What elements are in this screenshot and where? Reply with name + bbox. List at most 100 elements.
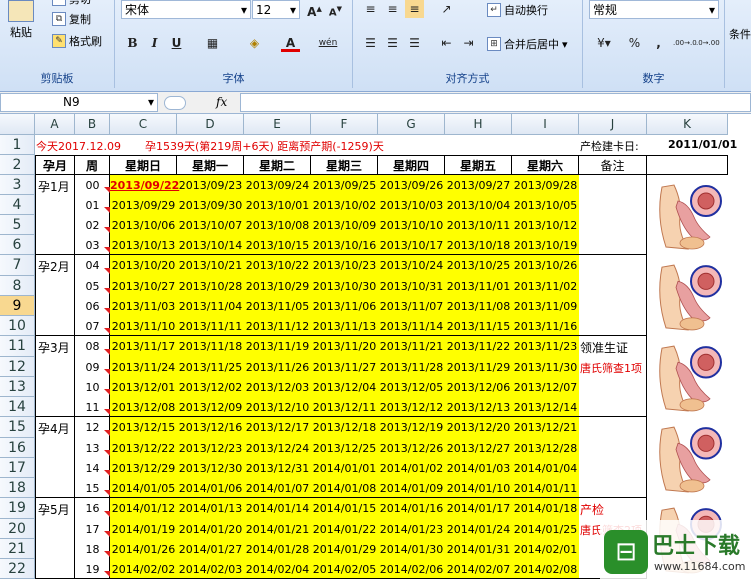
name-box[interactable]: N9 ▾ bbox=[0, 93, 158, 112]
date-cell[interactable]: 2014/01/13 bbox=[177, 502, 244, 515]
date-cell[interactable]: 2014/01/24 bbox=[445, 523, 512, 536]
date-cell[interactable]: 2013/10/02 bbox=[311, 199, 378, 212]
date-cell[interactable]: 2014/01/20 bbox=[177, 523, 244, 536]
date-cell[interactable]: 2013/11/22 bbox=[445, 340, 512, 353]
date-cell[interactable]: 2014/01/15 bbox=[311, 502, 378, 515]
align-left-button[interactable]: ☰ bbox=[361, 34, 380, 52]
date-cell[interactable]: 2013/11/01 bbox=[445, 280, 512, 293]
row-header-7[interactable]: 7 bbox=[0, 255, 35, 276]
date-cell[interactable]: 2013/12/27 bbox=[445, 442, 512, 455]
date-cell[interactable]: 2013/11/19 bbox=[244, 340, 311, 353]
date-cell[interactable]: 2013/11/14 bbox=[378, 320, 445, 333]
function-icon[interactable]: fx bbox=[216, 95, 227, 109]
date-cell[interactable]: 2013/12/20 bbox=[445, 421, 512, 434]
merge-center-button[interactable]: ⊞ 合并后居中 ▾ bbox=[487, 36, 568, 52]
date-cell[interactable]: 2013/10/20 bbox=[110, 259, 177, 272]
wrap-text-button[interactable]: ↵ 自动换行 bbox=[487, 2, 548, 18]
date-cell[interactable]: 2014/01/26 bbox=[110, 543, 177, 556]
row-header-4[interactable]: 4 bbox=[0, 195, 35, 215]
date-cell[interactable]: 2013/11/05 bbox=[244, 300, 311, 313]
column-header-d[interactable]: D bbox=[177, 114, 244, 135]
date-cell[interactable]: 2013/09/27 bbox=[445, 179, 512, 192]
date-cell[interactable]: 2013/10/28 bbox=[177, 280, 244, 293]
column-header-h[interactable]: H bbox=[445, 114, 512, 135]
date-cell[interactable]: 2013/11/07 bbox=[378, 300, 445, 313]
date-cell[interactable]: 2013/12/23 bbox=[177, 442, 244, 455]
date-cell[interactable]: 2013/12/30 bbox=[177, 462, 244, 475]
date-cell[interactable]: 2013/12/24 bbox=[244, 442, 311, 455]
date-cell[interactable]: 2014/01/30 bbox=[378, 543, 445, 556]
date-cell[interactable]: 2014/02/01 bbox=[512, 543, 579, 556]
italic-button[interactable]: I bbox=[145, 34, 164, 52]
date-cell[interactable]: 2013/12/07 bbox=[512, 381, 579, 394]
date-cell[interactable]: 2013/10/16 bbox=[311, 239, 378, 252]
formula-input[interactable] bbox=[240, 93, 751, 112]
date-cell[interactable]: 2013/10/14 bbox=[177, 239, 244, 252]
date-cell[interactable]: 2013/11/17 bbox=[110, 340, 177, 353]
row-header-21[interactable]: 21 bbox=[0, 539, 35, 559]
date-cell[interactable]: 2013/10/26 bbox=[512, 259, 579, 272]
date-cell[interactable]: 2013/11/03 bbox=[110, 300, 177, 313]
number-format-combo[interactable]: 常规 ▾ bbox=[589, 0, 719, 19]
date-cell[interactable]: 2013/11/08 bbox=[445, 300, 512, 313]
date-cell[interactable]: 2013/10/05 bbox=[512, 199, 579, 212]
row-header-18[interactable]: 18 bbox=[0, 478, 35, 498]
date-cell[interactable]: 2013/10/24 bbox=[378, 259, 445, 272]
date-cell[interactable]: 2013/12/05 bbox=[378, 381, 445, 394]
row-header-20[interactable]: 20 bbox=[0, 519, 35, 539]
date-cell[interactable]: 2014/01/17 bbox=[445, 502, 512, 515]
date-cell[interactable]: 2013/11/04 bbox=[177, 300, 244, 313]
decrease-indent-button[interactable]: ⇤ bbox=[437, 34, 456, 52]
currency-button[interactable]: ¥▾ bbox=[591, 34, 617, 52]
date-cell[interactable]: 2013/10/13 bbox=[110, 239, 177, 252]
date-cell[interactable]: 2013/12/16 bbox=[177, 421, 244, 434]
phonetic-button[interactable]: wén bbox=[315, 34, 341, 52]
row-header-3[interactable]: 3 bbox=[0, 175, 35, 195]
date-cell[interactable]: 2013/10/15 bbox=[244, 239, 311, 252]
row-header-13[interactable]: 13 bbox=[0, 377, 35, 397]
row-header-10[interactable]: 10 bbox=[0, 316, 35, 336]
date-cell[interactable]: 2013/10/11 bbox=[445, 219, 512, 232]
column-header-e[interactable]: E bbox=[244, 114, 311, 135]
underline-button[interactable]: U bbox=[167, 34, 186, 52]
date-cell[interactable]: 2014/01/28 bbox=[244, 543, 311, 556]
date-cell[interactable]: 2014/02/08 bbox=[512, 563, 579, 576]
align-right-button[interactable]: ☰ bbox=[405, 34, 424, 52]
grow-font-button[interactable]: A▲ bbox=[305, 0, 324, 19]
date-cell[interactable]: 2014/01/08 bbox=[311, 482, 378, 495]
date-cell[interactable]: 2013/12/04 bbox=[311, 381, 378, 394]
date-cell[interactable]: 2013/10/22 bbox=[244, 259, 311, 272]
date-cell[interactable]: 2013/09/30 bbox=[177, 199, 244, 212]
percent-button[interactable]: % bbox=[625, 34, 644, 52]
date-cell[interactable]: 2013/10/10 bbox=[378, 219, 445, 232]
date-cell[interactable]: 2013/12/21 bbox=[512, 421, 579, 434]
column-header-k[interactable]: K bbox=[647, 114, 728, 135]
align-top-button[interactable]: ≡ bbox=[361, 0, 380, 18]
row-header-19[interactable]: 19 bbox=[0, 498, 35, 519]
copy-button[interactable]: ⧉ 复制 bbox=[52, 11, 91, 27]
date-cell[interactable]: 2013/10/31 bbox=[378, 280, 445, 293]
date-cell[interactable]: 2014/02/03 bbox=[177, 563, 244, 576]
date-cell[interactable]: 2013/10/17 bbox=[378, 239, 445, 252]
date-cell[interactable]: 2013/10/18 bbox=[445, 239, 512, 252]
date-cell[interactable]: 2013/12/19 bbox=[378, 421, 445, 434]
date-cell[interactable]: 2014/01/11 bbox=[512, 482, 579, 495]
date-cell[interactable]: 2013/12/01 bbox=[110, 381, 177, 394]
row-header-2[interactable]: 2 bbox=[0, 155, 35, 175]
row-header-9[interactable]: 9 bbox=[0, 296, 35, 316]
date-cell[interactable]: 2013/12/08 bbox=[110, 401, 177, 414]
date-cell[interactable]: 2013/10/27 bbox=[110, 280, 177, 293]
row-header-5[interactable]: 5 bbox=[0, 215, 35, 235]
date-cell[interactable]: 2013/11/12 bbox=[244, 320, 311, 333]
date-cell[interactable]: 2013/11/28 bbox=[378, 361, 445, 374]
date-cell[interactable]: 2014/01/16 bbox=[378, 502, 445, 515]
date-cell[interactable]: 2014/01/25 bbox=[512, 523, 579, 536]
date-cell[interactable]: 2014/01/12 bbox=[110, 502, 177, 515]
date-cell[interactable]: 2013/12/03 bbox=[244, 381, 311, 394]
comma-button[interactable]: , bbox=[649, 34, 668, 52]
row-header-15[interactable]: 15 bbox=[0, 417, 35, 438]
date-cell[interactable]: 2013/11/29 bbox=[445, 361, 512, 374]
row-header-22[interactable]: 22 bbox=[0, 559, 35, 579]
date-cell[interactable]: 2013/10/29 bbox=[244, 280, 311, 293]
date-cell[interactable]: 2014/01/01 bbox=[311, 462, 378, 475]
